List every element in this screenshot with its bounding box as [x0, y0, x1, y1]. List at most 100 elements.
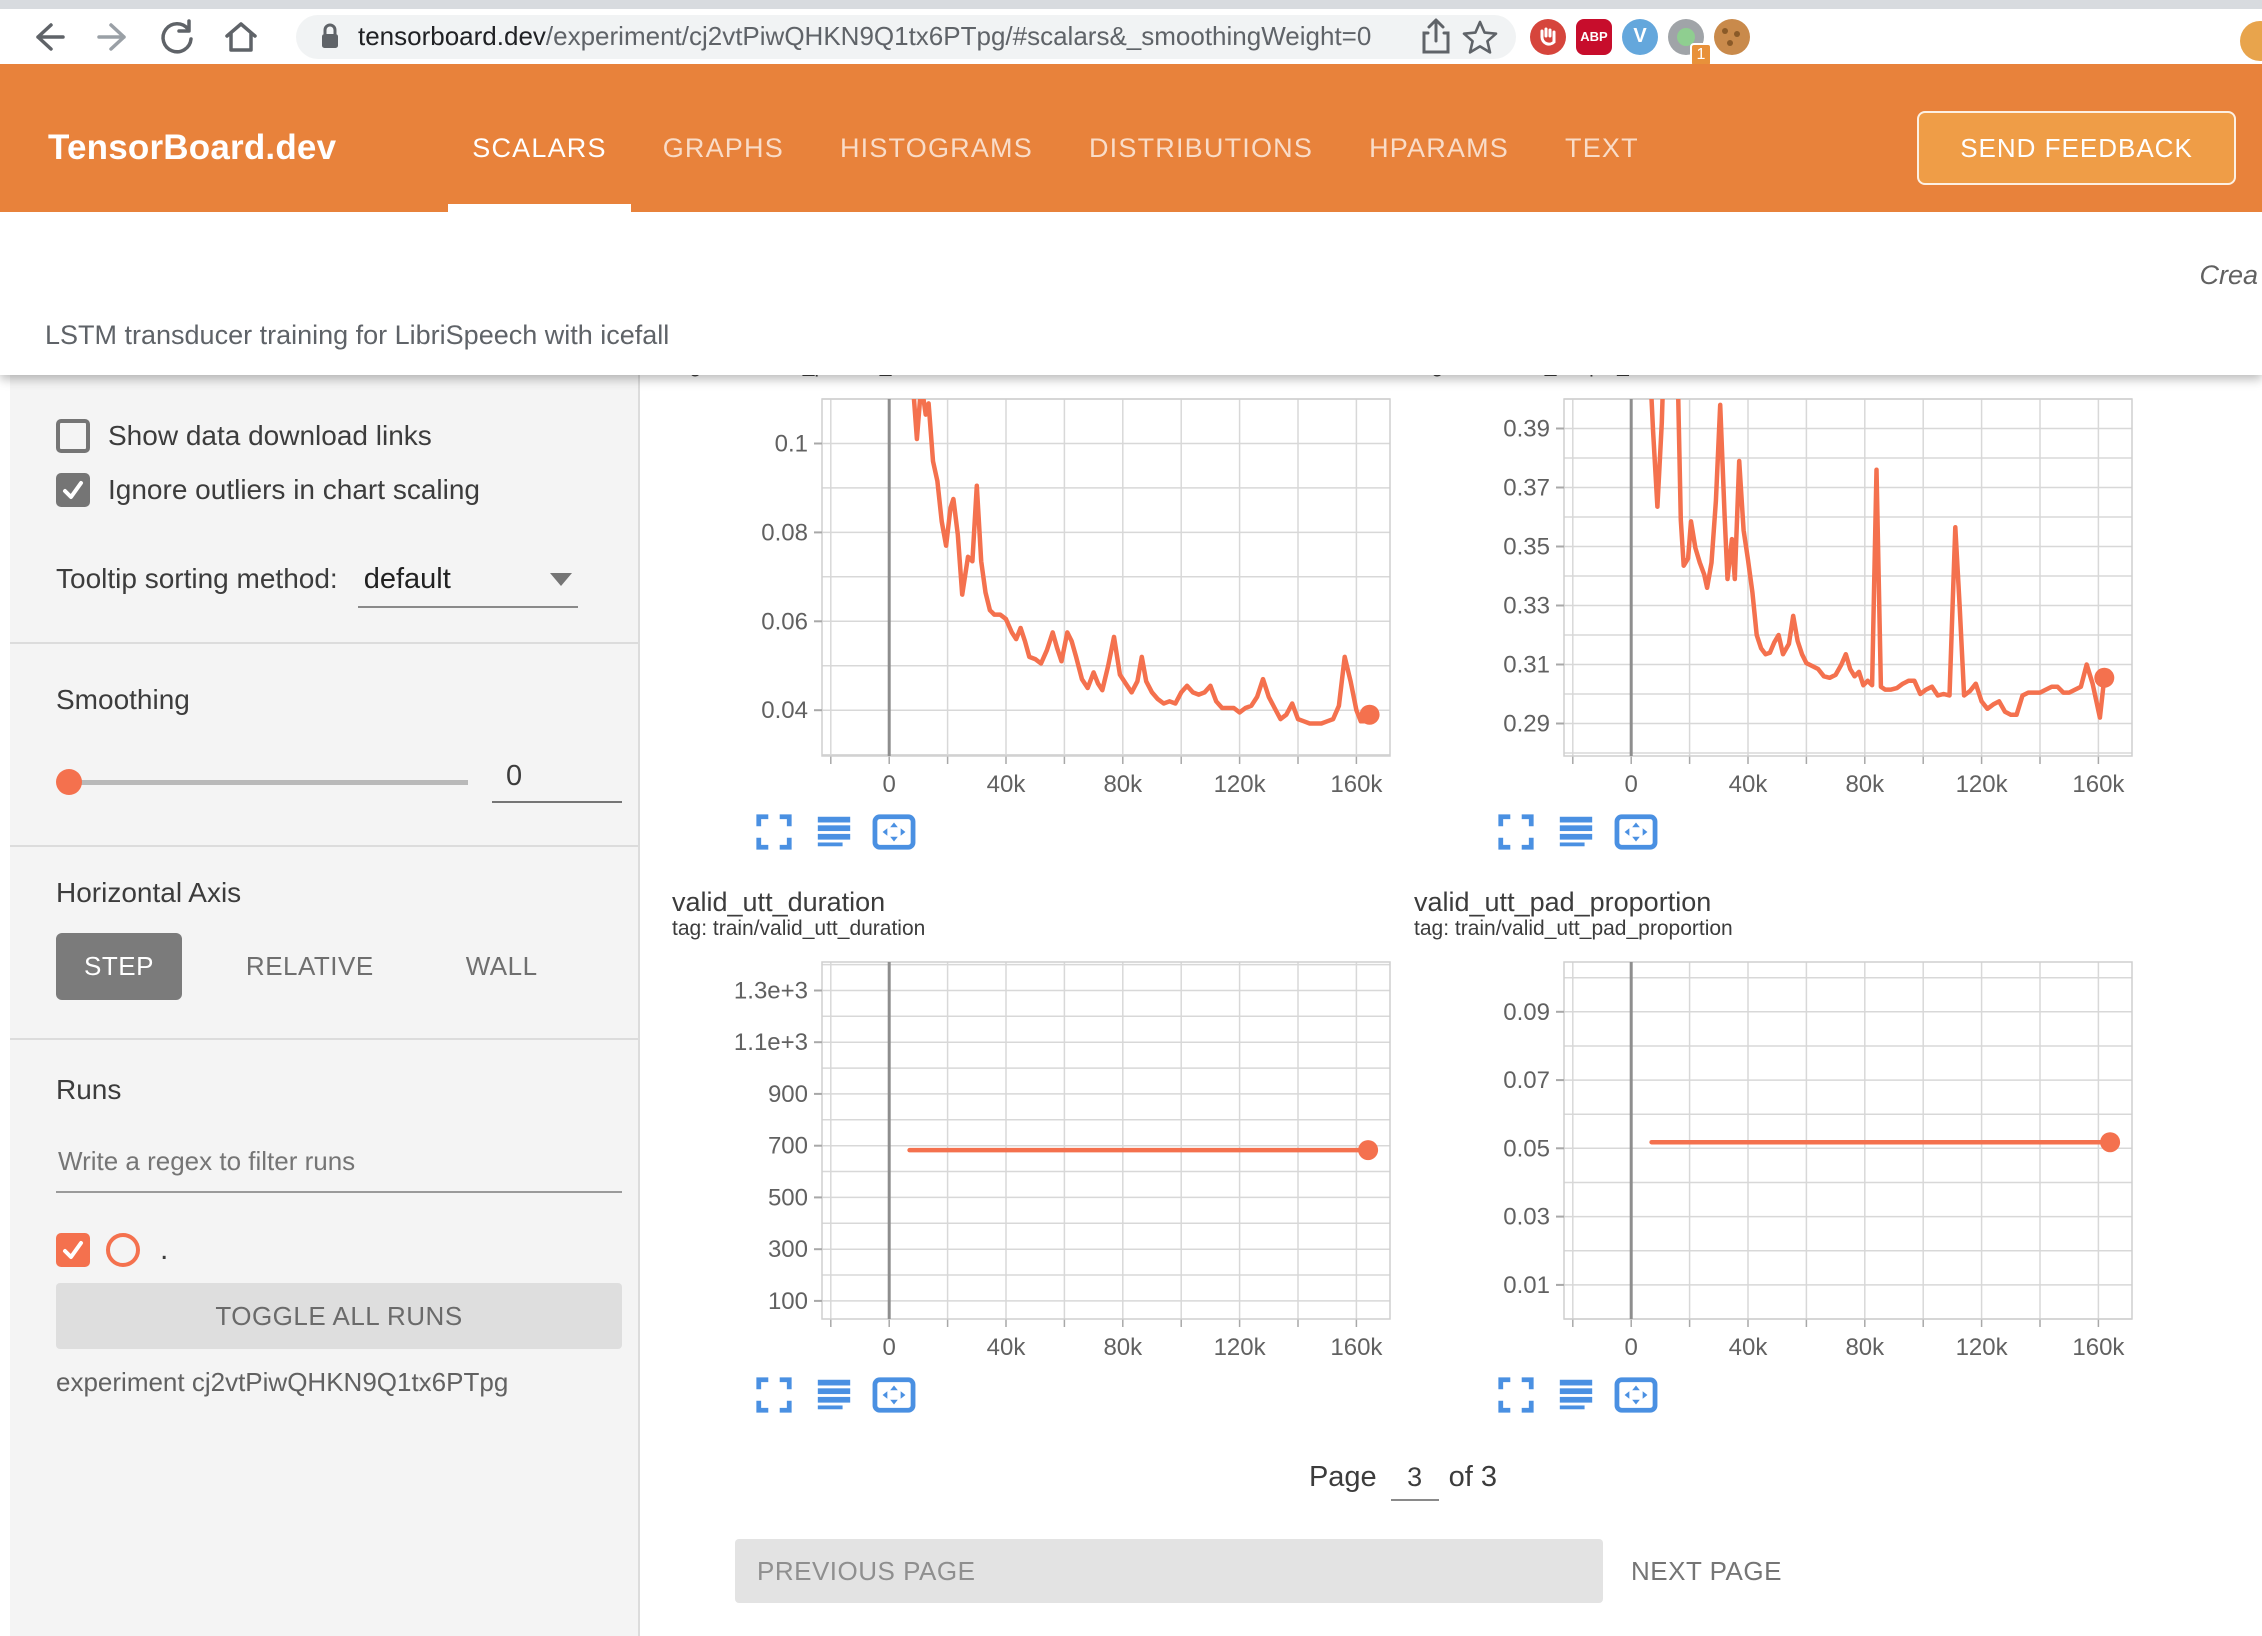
- tensorboard-header: TensorBoard.dev SCALARS GRAPHS HISTOGRAM…: [0, 64, 2262, 212]
- tooltip-sorting-label: Tooltip sorting method:: [56, 563, 338, 595]
- run-filter-input[interactable]: [56, 1146, 622, 1193]
- created-text: Crea: [2199, 260, 2258, 291]
- run-checkbox-checked-icon[interactable]: [56, 1233, 90, 1267]
- abp-extension-icon[interactable]: ABP: [1576, 19, 1612, 55]
- log-scale-lines-icon[interactable]: [1554, 1373, 1598, 1417]
- chart-title: valid_utt_duration: [672, 887, 1392, 917]
- page-total-label: of 3: [1449, 1461, 1497, 1494]
- blue-v-extension-icon[interactable]: V: [1622, 19, 1658, 55]
- svg-text:160k: 160k: [1330, 1334, 1383, 1361]
- fit-domain-icon[interactable]: [1614, 1373, 1658, 1417]
- tab-histograms[interactable]: HISTOGRAMS: [816, 84, 1057, 212]
- tab-graphs[interactable]: GRAPHS: [639, 84, 808, 212]
- tab-distributions[interactable]: DISTRIBUTIONS: [1065, 84, 1337, 212]
- tab-text[interactable]: TEXT: [1541, 84, 1663, 212]
- svg-text:0.05: 0.05: [1503, 1135, 1550, 1162]
- svg-text:1.1e+3: 1.1e+3: [734, 1029, 808, 1056]
- axis-wall-button[interactable]: WALL: [438, 933, 566, 1000]
- svg-text:0: 0: [1625, 771, 1638, 798]
- slider-thumb[interactable]: [56, 769, 82, 795]
- send-feedback-button[interactable]: SEND FEEDBACK: [1917, 111, 2236, 185]
- runs-label: Runs: [56, 1074, 622, 1106]
- back-icon[interactable]: [26, 16, 72, 58]
- svg-text:80k: 80k: [1103, 1334, 1143, 1361]
- ignore-outliers-checkbox[interactable]: Ignore outliers in chart scaling: [56, 473, 622, 507]
- line-chart[interactable]: 0.290.310.330.350.370.39040k80k120k160k: [1414, 380, 2134, 800]
- url-bar[interactable]: tensorboard.dev/experiment/cj2vtPiwQHKN9…: [296, 15, 1516, 59]
- chart-card-valid-utt-pad-proportion: valid_utt_pad_proportion tag: train/vali…: [1414, 887, 2134, 1417]
- bookmark-star-icon[interactable]: [1458, 17, 1502, 57]
- log-scale-lines-icon[interactable]: [812, 1373, 856, 1417]
- fit-domain-icon[interactable]: [872, 1373, 916, 1417]
- show-download-links-checkbox[interactable]: Show data download links: [56, 419, 622, 453]
- adblock-hand-extension-icon[interactable]: [1530, 19, 1566, 55]
- toggle-all-runs-button[interactable]: TOGGLE ALL RUNS: [56, 1283, 622, 1349]
- svg-text:0.01: 0.01: [1503, 1272, 1550, 1299]
- svg-text:0.09: 0.09: [1503, 999, 1550, 1026]
- chart-card-valid-pruned-loss: valid_pruned_loss tag: train/valid_prune…: [672, 375, 1392, 854]
- browser-window: tensorboard.dev/experiment/cj2vtPiwQHKN9…: [0, 0, 2262, 1636]
- svg-text:80k: 80k: [1103, 771, 1143, 798]
- svg-text:700: 700: [768, 1133, 808, 1160]
- line-chart[interactable]: 0.040.060.080.1040k80k120k160k: [672, 380, 1392, 800]
- smoothing-label: Smoothing: [56, 684, 622, 716]
- gray-extension-icon[interactable]: 1: [1668, 19, 1704, 55]
- svg-text:0.29: 0.29: [1503, 711, 1550, 738]
- cookie-extension-icon[interactable]: [1714, 19, 1750, 55]
- svg-text:40k: 40k: [987, 771, 1027, 798]
- log-scale-lines-icon[interactable]: [812, 810, 856, 854]
- chevron-down-icon: [550, 573, 572, 586]
- line-chart[interactable]: 1003005007009001.1e+31.3e+3040k80k120k16…: [672, 943, 1392, 1363]
- svg-text:0.03: 0.03: [1503, 1204, 1550, 1231]
- slider-track: [70, 780, 468, 785]
- svg-text:500: 500: [768, 1184, 808, 1211]
- url-text: tensorboard.dev/experiment/cj2vtPiwQHKN9…: [358, 21, 1414, 52]
- experiment-id-label: experiment cj2vtPiwQHKN9Q1tx6PTpg: [56, 1367, 622, 1398]
- fullscreen-icon[interactable]: [1494, 1373, 1538, 1417]
- svg-text:40k: 40k: [987, 1334, 1027, 1361]
- share-icon[interactable]: [1414, 17, 1458, 57]
- reload-icon[interactable]: [154, 16, 200, 58]
- next-page-button[interactable]: NEXT PAGE: [1631, 1556, 1782, 1587]
- log-scale-lines-icon[interactable]: [1554, 810, 1598, 854]
- svg-text:0.06: 0.06: [761, 608, 808, 635]
- fullscreen-icon[interactable]: [752, 1373, 796, 1417]
- tooltip-sorting-select[interactable]: default: [358, 563, 578, 608]
- previous-page-button[interactable]: PREVIOUS PAGE: [735, 1539, 1603, 1603]
- tab-hparams[interactable]: HPARAMS: [1345, 84, 1533, 212]
- svg-text:80k: 80k: [1845, 1334, 1885, 1361]
- svg-text:0.37: 0.37: [1503, 475, 1550, 502]
- fit-domain-icon[interactable]: [872, 810, 916, 854]
- horizontal-axis-label: Horizontal Axis: [56, 877, 622, 909]
- svg-text:120k: 120k: [1214, 1334, 1267, 1361]
- svg-text:1.3e+3: 1.3e+3: [734, 978, 808, 1005]
- svg-text:0.31: 0.31: [1503, 652, 1550, 679]
- svg-text:120k: 120k: [1956, 771, 2009, 798]
- smoothing-slider[interactable]: [56, 768, 468, 796]
- axis-relative-button[interactable]: RELATIVE: [218, 933, 402, 1000]
- svg-text:900: 900: [768, 1081, 808, 1108]
- profile-avatar[interactable]: [2240, 21, 2262, 61]
- smoothing-value-input[interactable]: [492, 760, 622, 803]
- svg-text:40k: 40k: [1729, 771, 1769, 798]
- svg-text:300: 300: [768, 1236, 808, 1263]
- home-icon[interactable]: [218, 16, 264, 58]
- chart-card-valid-utt-duration: valid_utt_duration tag: train/valid_utt_…: [672, 887, 1392, 1417]
- pagination: Page of 3: [672, 1461, 2134, 1501]
- page-number-input[interactable]: [1391, 1462, 1439, 1501]
- fullscreen-icon[interactable]: [1494, 810, 1538, 854]
- line-chart[interactable]: 0.010.030.050.070.09040k80k120k160k: [1414, 943, 2134, 1363]
- axis-step-button[interactable]: STEP: [56, 933, 182, 1000]
- lock-icon: [314, 19, 346, 55]
- svg-text:0.08: 0.08: [761, 519, 808, 546]
- chart-title: valid_utt_pad_proportion: [1414, 887, 2134, 917]
- brand-logo[interactable]: TensorBoard.dev: [48, 128, 336, 168]
- fit-domain-icon[interactable]: [1614, 810, 1658, 854]
- svg-text:120k: 120k: [1956, 1334, 2009, 1361]
- fullscreen-icon[interactable]: [752, 810, 796, 854]
- forward-icon[interactable]: [90, 16, 136, 58]
- svg-text:0.07: 0.07: [1503, 1067, 1550, 1094]
- experiment-subheader: Crea LSTM transducer training for LibriS…: [0, 212, 2262, 375]
- tab-scalars[interactable]: SCALARS: [448, 84, 630, 212]
- svg-text:100: 100: [768, 1288, 808, 1315]
